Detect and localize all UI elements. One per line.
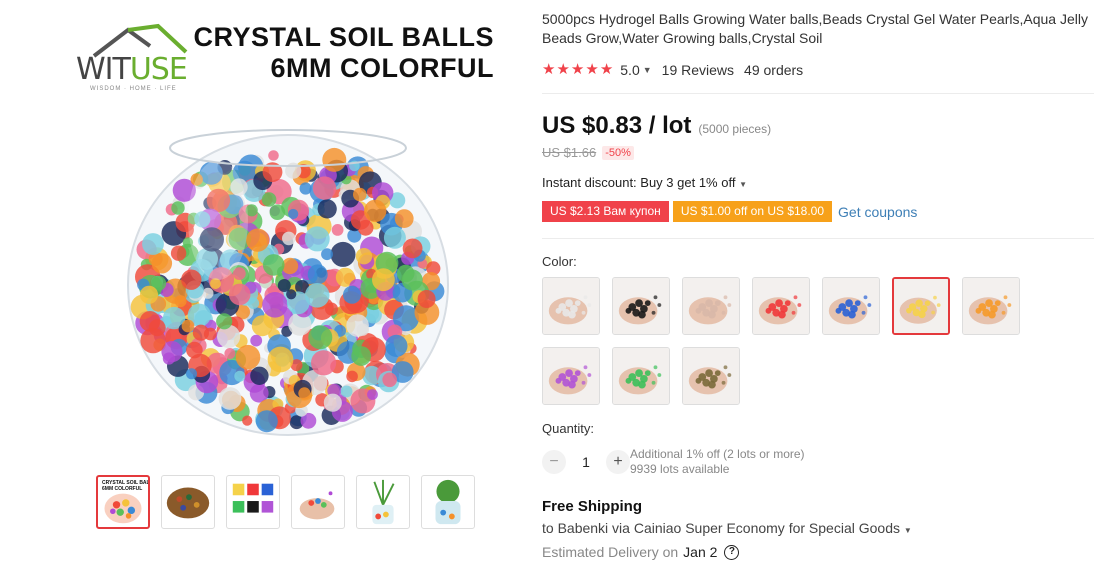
brand-logo: WITUSE WISDOM · HOME · LIFE bbox=[76, 22, 196, 102]
color-swatch-clear[interactable] bbox=[542, 277, 600, 335]
swatch-image bbox=[543, 348, 599, 404]
original-price: US $1.66 bbox=[542, 145, 597, 160]
chevron-down-icon: ▼ bbox=[739, 180, 747, 189]
reviews-link[interactable]: 19 Reviews bbox=[662, 62, 734, 78]
shipping-title: Free Shipping bbox=[542, 498, 643, 515]
color-label: Color: bbox=[542, 254, 577, 269]
quantity-input[interactable]: 1 bbox=[566, 454, 606, 470]
coupon-badge-threshold[interactable]: US $1.00 off on US $18.00 bbox=[672, 201, 833, 222]
rating-stars[interactable]: ★ ★ ★ ★ ★ bbox=[542, 62, 613, 78]
color-boxes-thumbnail-image bbox=[232, 483, 274, 513]
swatch-image bbox=[683, 278, 739, 334]
thumbnail-4[interactable] bbox=[291, 475, 345, 529]
coupon-row: US $2.13 Вам купон US $1.00 off on US $1… bbox=[542, 201, 917, 222]
quantity-stepper: − 1 + bbox=[542, 450, 630, 474]
star-icon: ★ bbox=[585, 61, 599, 78]
beads-pile-thumbnail-image bbox=[166, 487, 210, 519]
original-price-row: US $1.66 -50% bbox=[542, 145, 634, 160]
color-swatch-nude[interactable] bbox=[682, 277, 740, 335]
thumbnail-1[interactable]: CRYSTAL SOIL BALLS 6MM COLORFUL bbox=[96, 475, 150, 529]
thumbnail-6[interactable] bbox=[421, 475, 475, 529]
swatch-image bbox=[613, 348, 669, 404]
color-swatch-black[interactable] bbox=[612, 277, 670, 335]
hand-beads-thumbnail-image bbox=[299, 491, 335, 520]
current-price: US $0.83 / lot bbox=[542, 112, 692, 139]
thumbnail-5[interactable] bbox=[356, 475, 410, 529]
instant-discount[interactable]: Instant discount: Buy 3 get 1% off ▼ bbox=[542, 175, 747, 190]
help-icon[interactable]: ? bbox=[724, 544, 740, 560]
swatch-image bbox=[683, 348, 739, 404]
star-icon: ★ bbox=[542, 61, 556, 78]
hero-title-line2: 6MM COLORFUL bbox=[270, 53, 494, 83]
chevron-down-icon: ▼ bbox=[903, 526, 912, 535]
hero-title-line1: CRYSTAL SOIL BALLS bbox=[193, 22, 494, 52]
coupon-badge-store[interactable]: US $2.13 Вам купон bbox=[542, 201, 669, 222]
shipping-route[interactable]: to Babenki via Cainiao Super Economy for… bbox=[542, 520, 912, 536]
product-details: 5000pcs Hydrogel Balls Growing Water bal… bbox=[542, 0, 1102, 562]
quantity-decrease-button[interactable]: − bbox=[542, 450, 566, 474]
brand-wordmark: WITUSE bbox=[76, 52, 188, 87]
orders-count: 49 orders bbox=[744, 62, 804, 78]
estimated-delivery: Estimated Delivery on Jan 2 ? bbox=[542, 544, 740, 560]
swatch-image bbox=[543, 278, 599, 334]
swatch-image bbox=[613, 278, 669, 334]
color-swatches bbox=[542, 277, 1042, 407]
price-row: US $0.83 / lot (5000 pieces) bbox=[542, 112, 771, 140]
star-icon: ★ bbox=[556, 61, 570, 78]
quantity-increase-button[interactable]: + bbox=[606, 450, 630, 474]
main-product-image[interactable]: WITUSE WISDOM · HOME · LIFE CRYSTAL SOIL… bbox=[70, 14, 510, 454]
swatch-image bbox=[963, 278, 1019, 334]
color-swatch-mixed[interactable] bbox=[682, 347, 740, 405]
instant-discount-text: Instant discount: Buy 3 get 1% off bbox=[542, 175, 736, 190]
brand-word-part2: USE bbox=[129, 52, 188, 87]
color-swatch-purple[interactable] bbox=[542, 347, 600, 405]
quantity-info: Additional 1% off (2 lots or more) 9939 … bbox=[630, 447, 805, 477]
color-swatch-yellow[interactable] bbox=[892, 277, 950, 335]
product-gallery: WITUSE WISDOM · HOME · LIFE CRYSTAL SOIL… bbox=[70, 14, 510, 534]
lots-available: 9939 lots available bbox=[630, 462, 730, 476]
color-swatch-blue[interactable] bbox=[822, 277, 880, 335]
divider bbox=[542, 93, 1094, 94]
hero-title: CRYSTAL SOIL BALLS 6MM COLORFUL bbox=[193, 22, 494, 84]
color-swatch-green[interactable] bbox=[612, 347, 670, 405]
brand-word-part1: WIT bbox=[76, 52, 131, 87]
get-coupons-link[interactable]: Get coupons bbox=[838, 204, 917, 220]
rating-score[interactable]: 5.0 bbox=[620, 62, 639, 78]
swatch-image bbox=[823, 278, 879, 334]
thumbnail-title-line2: 6MM COLORFUL bbox=[102, 486, 143, 492]
shipping-route-text: to Babenki via Cainiao Super Economy for… bbox=[542, 520, 900, 536]
delivery-date: Jan 2 bbox=[683, 544, 718, 560]
discount-badge: -50% bbox=[602, 145, 634, 160]
pieces-per-lot: (5000 pieces) bbox=[698, 122, 772, 136]
thumbnail-3[interactable] bbox=[226, 475, 280, 529]
product-title: 5000pcs Hydrogel Balls Growing Water bal… bbox=[542, 11, 1088, 46]
chevron-down-icon[interactable]: ▼ bbox=[643, 65, 652, 75]
succulent-vase-thumbnail-image bbox=[435, 479, 461, 525]
crystal-bowl-image bbox=[127, 129, 449, 436]
rating-row: ★ ★ ★ ★ ★ 5.0 ▼ 19 Reviews 49 orders bbox=[542, 60, 803, 80]
swatch-image bbox=[753, 278, 809, 334]
brand-tagline: WISDOM · HOME · LIFE bbox=[90, 86, 177, 92]
plant-vase-thumbnail-image bbox=[372, 479, 395, 525]
swatch-image bbox=[894, 279, 948, 333]
divider bbox=[542, 238, 1094, 239]
quantity-label: Quantity: bbox=[542, 421, 595, 436]
delivery-label: Estimated Delivery on bbox=[542, 544, 679, 560]
color-swatch-red[interactable] bbox=[752, 277, 810, 335]
color-swatch-orange[interactable] bbox=[962, 277, 1020, 335]
star-icon: ★ bbox=[599, 61, 614, 78]
thumbnail-2[interactable] bbox=[161, 475, 215, 529]
star-icon: ★ bbox=[570, 61, 585, 78]
additional-offer: Additional 1% off (2 lots or more) bbox=[630, 447, 805, 461]
